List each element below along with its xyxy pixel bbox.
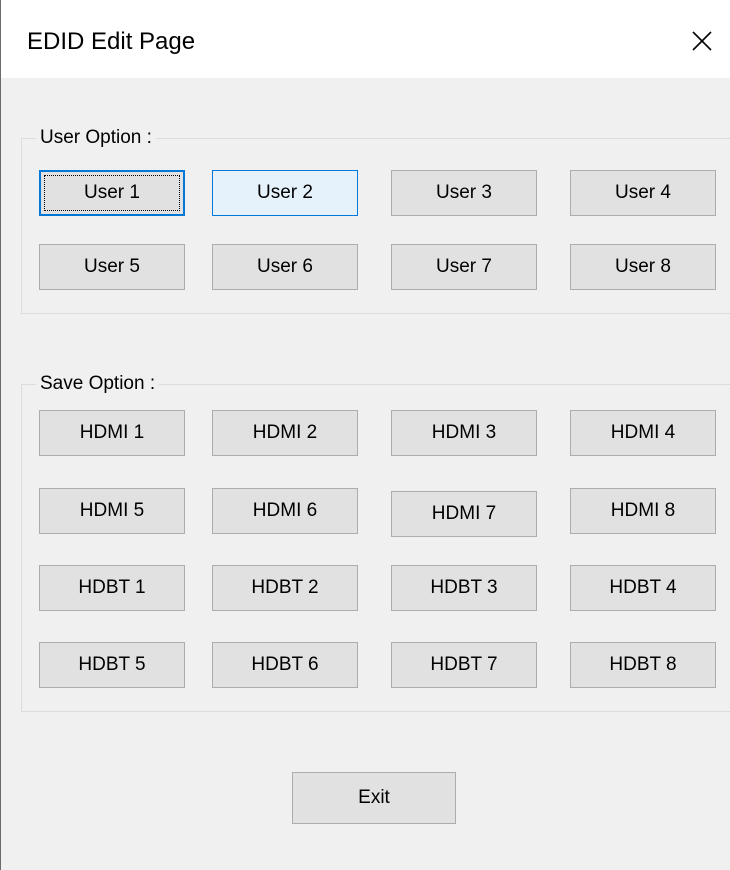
hdmi-1-button[interactable]: HDMI 1 xyxy=(39,410,185,456)
exit-button[interactable]: Exit xyxy=(292,772,456,824)
hdbt-3-button[interactable]: HDBT 3 xyxy=(391,565,537,611)
user-1-button[interactable]: User 1 xyxy=(39,170,185,216)
user-2-button[interactable]: User 2 xyxy=(212,170,358,216)
window-title: EDID Edit Page xyxy=(27,28,196,55)
user-3-button[interactable]: User 3 xyxy=(391,170,537,216)
hdmi-4-button[interactable]: HDMI 4 xyxy=(570,410,716,456)
close-icon xyxy=(692,31,712,51)
hdmi-8-button[interactable]: HDMI 8 xyxy=(570,488,716,534)
hdmi-6-button[interactable]: HDMI 6 xyxy=(212,488,358,534)
hdmi-3-button[interactable]: HDMI 3 xyxy=(391,410,537,456)
hdbt-1-button[interactable]: HDBT 1 xyxy=(39,565,185,611)
hdmi-2-button[interactable]: HDMI 2 xyxy=(212,410,358,456)
save-option-group: Save Option : HDMI 1 HDMI 2 HDMI 3 HDMI … xyxy=(21,373,730,712)
hdmi-5-button[interactable]: HDMI 5 xyxy=(39,488,185,534)
user-7-button[interactable]: User 7 xyxy=(391,244,537,290)
user-4-button[interactable]: User 4 xyxy=(570,170,716,216)
user-option-label: User Option : xyxy=(36,127,156,149)
hdbt-7-button[interactable]: HDBT 7 xyxy=(391,642,537,688)
close-button[interactable] xyxy=(673,16,730,66)
hdbt-5-button[interactable]: HDBT 5 xyxy=(39,642,185,688)
hdbt-6-button[interactable]: HDBT 6 xyxy=(212,642,358,688)
title-bar: EDID Edit Page xyxy=(1,0,730,78)
hdbt-2-button[interactable]: HDBT 2 xyxy=(212,565,358,611)
hdbt-8-button[interactable]: HDBT 8 xyxy=(570,642,716,688)
edid-edit-dialog: EDID Edit Page User Option : User 1 User… xyxy=(0,0,730,870)
user-6-button[interactable]: User 6 xyxy=(212,244,358,290)
save-option-label: Save Option : xyxy=(36,373,160,395)
hdmi-7-button[interactable]: HDMI 7 xyxy=(391,491,537,537)
hdbt-4-button[interactable]: HDBT 4 xyxy=(570,565,716,611)
user-option-group: User Option : User 1 User 2 User 3 User … xyxy=(21,127,730,314)
user-5-button[interactable]: User 5 xyxy=(39,244,185,290)
user-8-button[interactable]: User 8 xyxy=(570,244,716,290)
